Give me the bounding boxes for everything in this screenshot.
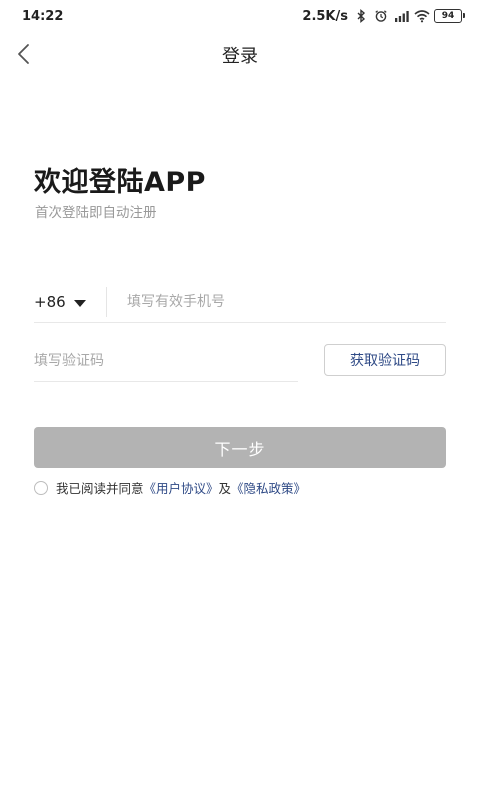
battery-icon: 94 bbox=[434, 9, 465, 23]
country-code-label: +86 bbox=[34, 293, 66, 311]
agreement-row: 我已阅读并同意 《用户协议》 及 《隐私政策》 bbox=[34, 478, 306, 497]
wifi-icon bbox=[414, 9, 430, 23]
welcome-title: 欢迎登陆APP bbox=[34, 167, 206, 198]
code-row: 获取验证码 bbox=[34, 340, 446, 382]
phone-input[interactable] bbox=[127, 282, 446, 322]
code-input-wrap bbox=[34, 340, 298, 382]
status-bar: 14:22 2.5K/s 94 bbox=[0, 0, 480, 32]
alarm-icon bbox=[374, 9, 388, 23]
next-button[interactable]: 下一步 bbox=[34, 427, 446, 468]
agreement-and: 及 bbox=[218, 481, 232, 496]
phone-row: +86 bbox=[34, 282, 446, 323]
status-icons: 2.5K/s 94 bbox=[302, 8, 465, 24]
phone-divider bbox=[106, 287, 107, 317]
signal-icon bbox=[394, 9, 409, 23]
network-speed: 2.5K/s bbox=[302, 8, 348, 24]
welcome-subtitle: 首次登陆即自动注册 bbox=[35, 205, 157, 221]
agree-checkbox[interactable] bbox=[34, 480, 48, 495]
login-screen: 14:22 2.5K/s 94 登录 欢迎登陆APP 首次登陆即自动注册 +86… bbox=[0, 0, 480, 800]
dropdown-triangle-icon bbox=[73, 299, 86, 307]
page-title: 登录 bbox=[222, 46, 258, 67]
privacy-policy-link[interactable]: 《隐私政策》 bbox=[231, 478, 306, 497]
agreement-prefix: 我已阅读并同意 bbox=[56, 481, 144, 496]
status-time: 14:22 bbox=[22, 8, 64, 24]
country-code-selector[interactable]: +86 bbox=[34, 282, 106, 322]
get-code-button[interactable]: 获取验证码 bbox=[324, 344, 446, 376]
verification-code-input[interactable] bbox=[34, 340, 298, 381]
user-agreement-link[interactable]: 《用户协议》 bbox=[144, 478, 219, 497]
bluetooth-icon bbox=[354, 9, 368, 23]
top-nav: 登录 bbox=[0, 32, 480, 76]
